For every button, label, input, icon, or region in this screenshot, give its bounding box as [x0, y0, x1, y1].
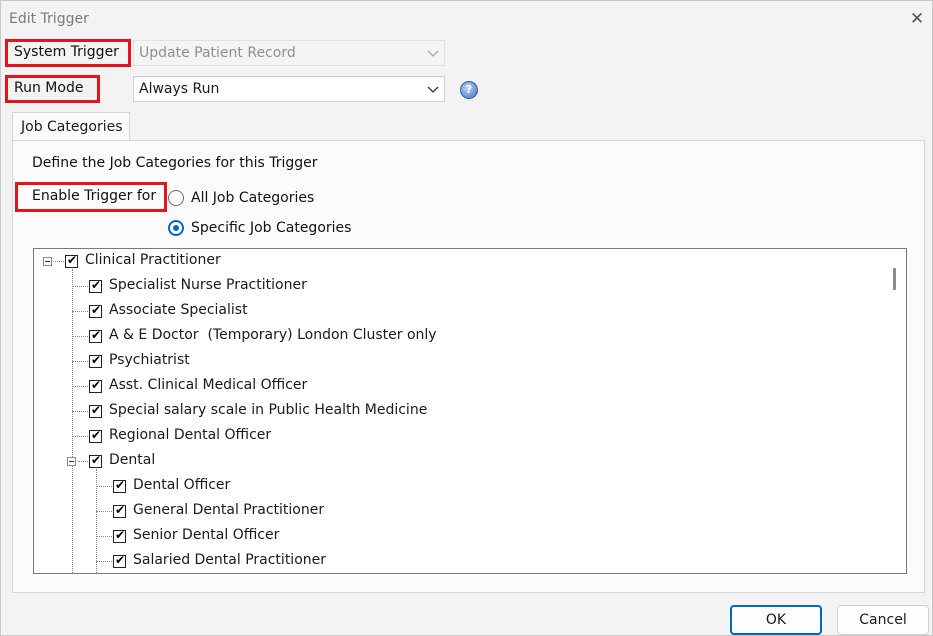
radio-all-label: All Job Categories	[191, 190, 315, 206]
checkbox[interactable]	[113, 503, 126, 518]
checkbox[interactable]	[89, 303, 102, 318]
tree-item-label: Clinical Practitioner	[85, 252, 221, 268]
tree-connector	[51, 261, 64, 262]
radio-all-job-categories[interactable]	[168, 190, 184, 206]
tree-connector	[72, 361, 88, 362]
tree-item-label: Psychiatrist	[109, 352, 190, 368]
tree-item-label: General Dental Practitioner	[133, 502, 325, 518]
tree-item-label: A & E Doctor (Temporary) London Cluster …	[109, 327, 437, 343]
tree-connector	[96, 469, 97, 573]
chevron-down-icon	[427, 86, 439, 93]
radio-specific-job-categories[interactable]	[168, 220, 184, 236]
tree-item-label: Salaried Dental Practitioner	[133, 552, 326, 568]
checkbox[interactable]	[89, 403, 102, 418]
radio-specific-label: Specific Job Categories	[191, 220, 352, 236]
ok-button[interactable]: OK	[730, 605, 822, 635]
tree-connector	[72, 311, 88, 312]
checkbox[interactable]	[89, 328, 102, 343]
tree-item-label: Dental	[109, 452, 156, 468]
tree-item-label: Senior Dental Officer	[133, 527, 280, 543]
tree-item-label: Asst. Clinical Medical Officer	[109, 377, 308, 393]
cancel-button[interactable]: Cancel	[837, 605, 929, 635]
tree-connector	[96, 536, 112, 537]
checkbox[interactable]	[89, 453, 102, 468]
checkbox[interactable]	[113, 478, 126, 493]
system-trigger-label: System Trigger	[14, 44, 119, 60]
tree-connector	[72, 436, 88, 437]
help-icon[interactable]: ?	[460, 81, 478, 99]
collapse-icon[interactable]	[43, 257, 52, 266]
tree-item-label: Associate Specialist	[109, 302, 248, 318]
tab-label: Job Categories	[21, 119, 123, 135]
tree-connector	[96, 561, 112, 562]
checkbox[interactable]	[113, 553, 126, 568]
tree-connector	[72, 286, 88, 287]
checkbox[interactable]	[89, 353, 102, 368]
tree-item-label: Special salary scale in Public Health Me…	[109, 402, 428, 418]
run-mode-value: Always Run	[139, 81, 220, 97]
checkbox[interactable]	[89, 278, 102, 293]
run-mode-select[interactable]: Always Run	[133, 76, 445, 102]
tab-job-categories[interactable]: Job Categories	[12, 112, 130, 141]
tree-connector	[96, 486, 112, 487]
dialog-title: Edit Trigger	[9, 11, 89, 27]
tree-item-label: Specialist Nurse Practitioner	[109, 277, 307, 293]
tree-connector	[96, 511, 112, 512]
checkbox[interactable]	[89, 428, 102, 443]
collapse-icon[interactable]	[67, 457, 76, 466]
tree-item-label: Dental Officer	[133, 477, 231, 493]
close-icon[interactable]: ✕	[907, 9, 927, 29]
system-trigger-value: Update Patient Record	[139, 45, 296, 61]
checkbox[interactable]	[65, 253, 78, 268]
checkbox[interactable]	[89, 378, 102, 393]
tree-connector	[72, 336, 88, 337]
panel-description: Define the Job Categories for this Trigg…	[32, 155, 318, 171]
system-trigger-select: Update Patient Record	[133, 40, 445, 66]
tree-connector	[78, 461, 88, 462]
vertical-scrollbar-thumb[interactable]	[893, 268, 896, 290]
edit-trigger-dialog: Edit Trigger ✕ System Trigger Update Pat…	[0, 0, 933, 636]
chevron-down-icon	[427, 50, 439, 57]
tree-connector	[72, 386, 88, 387]
run-mode-label: Run Mode	[14, 80, 84, 96]
job-categories-tree[interactable]: Clinical Practitioner Specialist Nurse P…	[33, 248, 907, 574]
tree-item-label: Regional Dental Officer	[109, 427, 272, 443]
tree-connector	[72, 411, 88, 412]
enable-trigger-label: Enable Trigger for	[32, 188, 157, 204]
checkbox[interactable]	[113, 528, 126, 543]
tree-connector	[72, 269, 73, 573]
